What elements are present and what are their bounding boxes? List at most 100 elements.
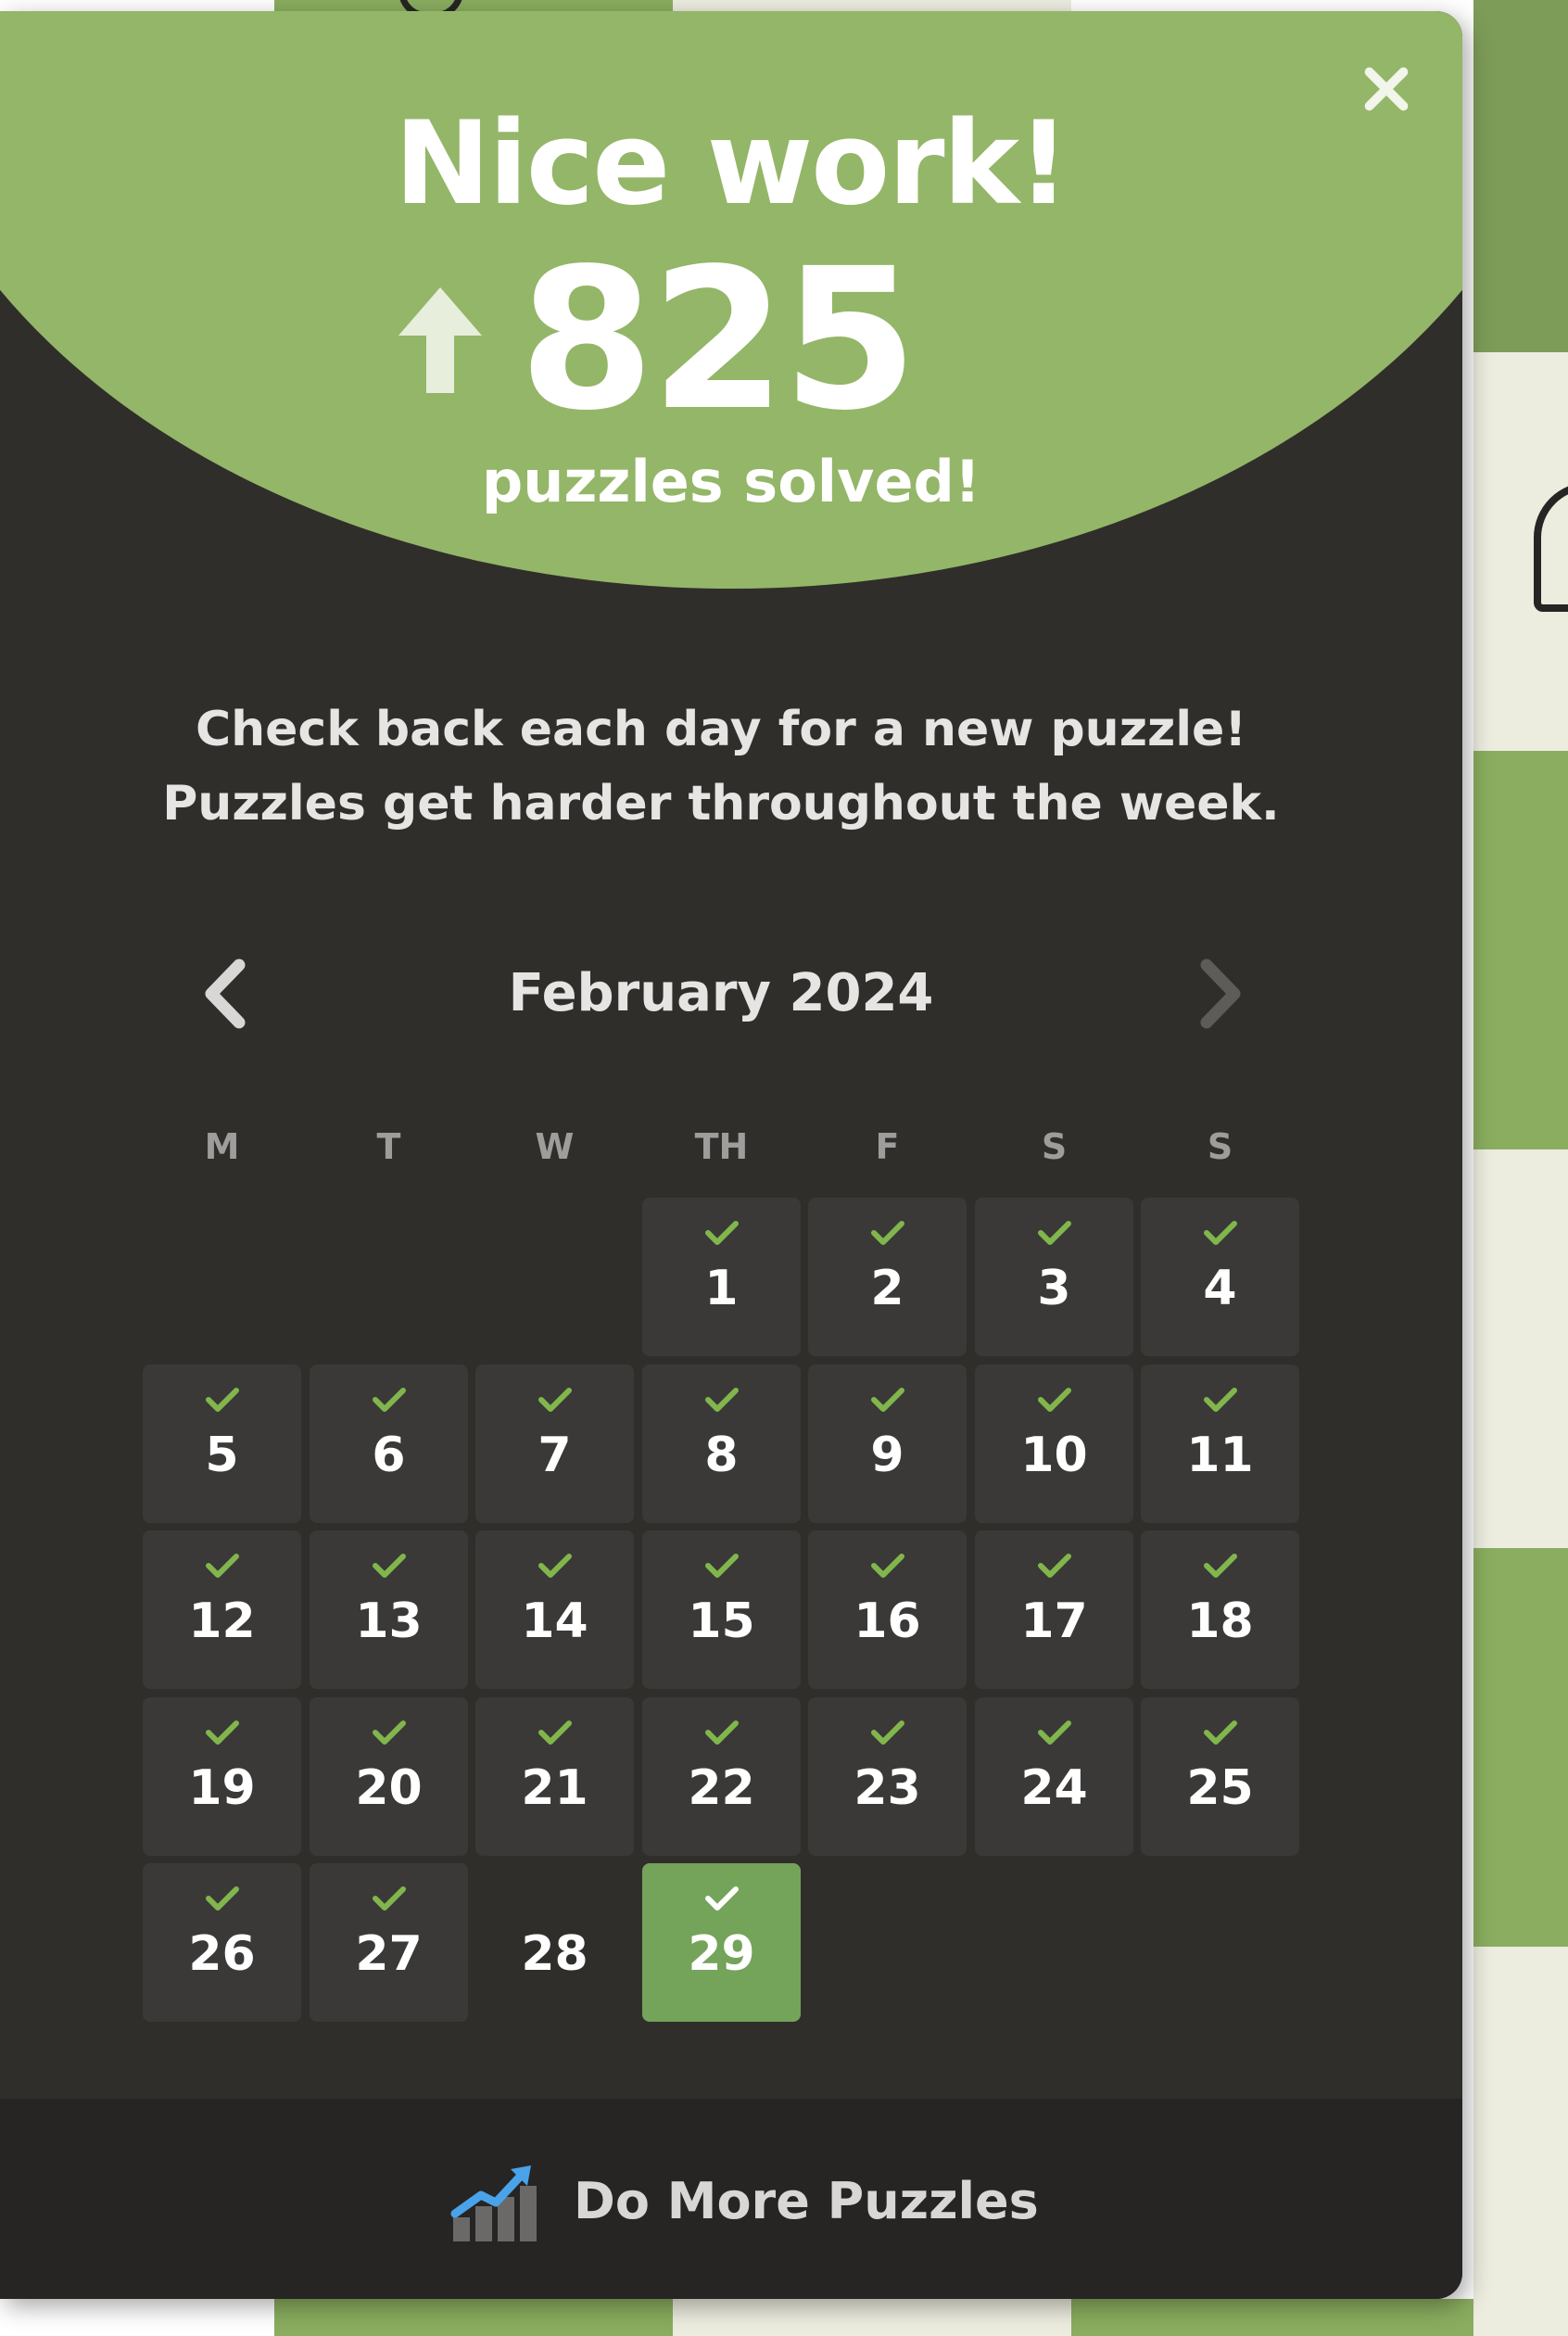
do-more-puzzles-label: Do More Puzzles <box>574 2171 1039 2230</box>
arrow-up-icon <box>398 287 482 393</box>
calendar-day[interactable]: 21 <box>475 1697 634 1856</box>
calendar-day-number: 1 <box>704 1261 739 1316</box>
solved-label: puzzles solved! <box>481 448 981 515</box>
checkmark-icon <box>871 1554 904 1578</box>
weekday-label: F <box>875 1126 900 1167</box>
calendar-day[interactable]: 15 <box>642 1530 801 1689</box>
checkmark-icon <box>1204 1554 1237 1578</box>
calendar-day[interactable]: 2 <box>808 1198 967 1356</box>
calendar-day[interactable]: 9 <box>808 1365 967 1523</box>
checkmark-icon <box>1204 1221 1237 1245</box>
calendar-day[interactable]: 27 <box>310 1863 468 2022</box>
calendar-day-number: 15 <box>688 1593 755 1649</box>
weekday-label: M <box>204 1126 240 1167</box>
calendar-day-number: 5 <box>205 1428 239 1483</box>
calendar-day-number: 23 <box>854 1760 921 1816</box>
calendar-day[interactable]: 10 <box>975 1365 1133 1523</box>
weekday-label: S <box>1207 1126 1233 1167</box>
calendar-day-number: 10 <box>1020 1428 1088 1483</box>
checkmark-icon <box>705 1554 739 1578</box>
checkmark-icon <box>871 1221 904 1245</box>
calendar-day-number: 29 <box>688 1926 755 1982</box>
calendar-day-number: 22 <box>688 1760 755 1816</box>
chart-icon <box>450 2165 537 2241</box>
chevron-right-icon <box>1200 959 1241 1029</box>
solved-count-row: 825 <box>389 226 917 453</box>
calendar-day[interactable]: 16 <box>808 1530 967 1689</box>
checkmark-icon <box>373 1554 406 1578</box>
calendar-day-number: 24 <box>1020 1760 1088 1816</box>
calendar-day-number: 27 <box>355 1926 423 1982</box>
calendar-day-number: 21 <box>521 1760 588 1816</box>
calendar-day[interactable]: 6 <box>310 1365 468 1523</box>
calendar-day-number: 7 <box>537 1428 572 1483</box>
calendar-day-number: 26 <box>188 1926 256 1982</box>
month-navigation: February 2024 <box>0 947 1442 1040</box>
calendar-day-number: 28 <box>521 1926 588 1982</box>
calendar-day[interactable]: 7 <box>475 1365 634 1523</box>
calendar-day[interactable]: 19 <box>143 1697 301 1856</box>
calendar-day-number: 11 <box>1186 1428 1254 1483</box>
calendar-day[interactable]: 11 <box>1141 1365 1299 1523</box>
calendar-day-number: 4 <box>1203 1261 1237 1316</box>
checkmark-icon <box>1038 1720 1071 1745</box>
calendar-day-number: 17 <box>1020 1593 1088 1649</box>
checkmark-icon <box>871 1388 904 1412</box>
footer: Do More Puzzles <box>0 2099 1462 2299</box>
calendar-day-number: 16 <box>854 1593 921 1649</box>
checkmark-icon <box>705 1886 739 1911</box>
calendar-day[interactable]: 1 <box>642 1198 801 1356</box>
checkmark-icon <box>538 1554 572 1578</box>
calendar-day[interactable]: 13 <box>310 1530 468 1689</box>
checkmark-icon <box>538 1388 572 1412</box>
calendar-day-number: 25 <box>1186 1760 1254 1816</box>
checkmark-icon <box>1038 1221 1071 1245</box>
checkmark-icon <box>1038 1554 1071 1578</box>
calendar-day[interactable]: 12 <box>143 1530 301 1689</box>
calendar-day[interactable]: 14 <box>475 1530 634 1689</box>
modal-title: Nice work! <box>394 97 1070 231</box>
calendar-day[interactable]: 3 <box>975 1198 1133 1356</box>
calendar-day-number: 9 <box>870 1428 904 1483</box>
checkmark-icon <box>705 1720 739 1745</box>
checkmark-icon <box>1038 1388 1071 1412</box>
checkmark-icon <box>705 1388 739 1412</box>
info-line: Check back each day for a new puzzle! <box>195 702 1247 757</box>
calendar-day[interactable]: 26 <box>143 1863 301 2022</box>
checkmark-icon <box>705 1221 739 1245</box>
calendar-day[interactable]: 17 <box>975 1530 1133 1689</box>
info-text: Check back each day for a new puzzle! Pu… <box>0 692 1442 841</box>
calendar-day-today[interactable]: 29 <box>642 1863 801 2022</box>
calendar-day[interactable]: 18 <box>1141 1530 1299 1689</box>
calendar-day[interactable]: 22 <box>642 1697 801 1856</box>
checkmark-icon <box>206 1554 239 1578</box>
next-month-button[interactable] <box>1177 952 1260 1035</box>
calendar-day[interactable]: 8 <box>642 1365 801 1523</box>
checkmark-icon <box>373 1720 406 1745</box>
daily-puzzle-modal: Nice work! 825 puzzles solved! Check bac… <box>0 11 1462 2299</box>
do-more-puzzles-button[interactable]: Do More Puzzles <box>449 2145 1039 2256</box>
calendar-day[interactable]: 23 <box>808 1697 967 1856</box>
solved-count: 825 <box>519 226 917 453</box>
calendar-day[interactable]: 20 <box>310 1697 468 1856</box>
calendar-day[interactable]: 5 <box>143 1365 301 1523</box>
weekday-label: TH <box>694 1126 749 1167</box>
calendar-day-number: 20 <box>355 1760 423 1816</box>
calendar-day[interactable]: 28 <box>475 1863 634 2022</box>
calendar-day-number: 12 <box>188 1593 256 1649</box>
calendar-day[interactable]: 25 <box>1141 1697 1299 1856</box>
calendar-day-number: 2 <box>870 1261 904 1316</box>
calendar-day-number: 19 <box>188 1760 256 1816</box>
calendar-day-number: 13 <box>355 1593 423 1649</box>
calendar-day-number: 14 <box>521 1593 588 1649</box>
calendar-day-number: 18 <box>1186 1593 1254 1649</box>
checkmark-icon <box>373 1388 406 1412</box>
calendar-day[interactable]: 4 <box>1141 1198 1299 1356</box>
checkmark-icon <box>373 1886 406 1911</box>
checkmark-icon <box>206 1886 239 1911</box>
calendar-day[interactable]: 24 <box>975 1697 1133 1856</box>
checkmark-icon <box>538 1720 572 1745</box>
checkmark-icon <box>206 1388 239 1412</box>
info-line: Puzzles get harder throughout the week. <box>162 776 1280 832</box>
checkmark-icon <box>1204 1720 1237 1745</box>
